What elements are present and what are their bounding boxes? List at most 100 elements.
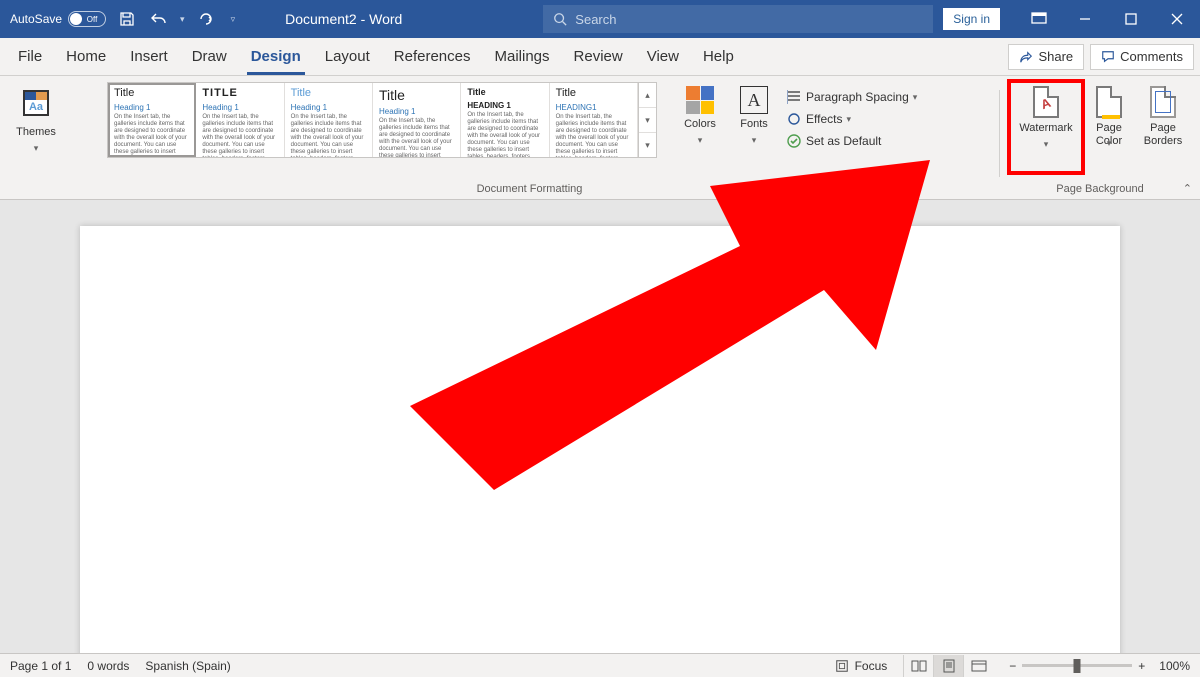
group-label-formatting: Document Formatting [477, 183, 583, 199]
page-color-button[interactable]: Page Color ▾ [1084, 82, 1134, 158]
set-default-button[interactable]: Set as Default [782, 130, 952, 152]
colors-icon [686, 86, 714, 114]
effects-label: Effects [806, 112, 842, 126]
focus-icon [835, 659, 849, 673]
style-gallery[interactable]: TitleHeading 1On the Insert tab, the gal… [107, 82, 657, 158]
close-icon[interactable] [1154, 0, 1200, 38]
autosave-toggle[interactable]: AutoSave Off [10, 11, 106, 27]
sign-in-button[interactable]: Sign in [943, 8, 1000, 30]
page-borders-button[interactable]: Page Borders [1136, 82, 1190, 158]
fonts-button[interactable]: A Fonts ▾ [728, 82, 780, 158]
group-label-background: Page Background [1056, 183, 1143, 199]
tab-review[interactable]: Review [562, 38, 635, 75]
style-item-2[interactable]: TITLEHeading 1On the Insert tab, the gal… [196, 83, 284, 157]
zoom-controls: − + 100% [1009, 659, 1190, 673]
zoom-slider[interactable] [1022, 664, 1132, 667]
gallery-scroll: ▴ ▾ ▾ [638, 83, 656, 157]
title-right-controls: Sign in [943, 0, 1200, 38]
themes-label: Themes [16, 126, 56, 139]
collapse-ribbon-button[interactable]: ⌃ [1183, 182, 1192, 195]
paragraph-spacing-button[interactable]: Paragraph Spacing ▾ [782, 86, 952, 108]
document-canvas[interactable] [0, 200, 1200, 653]
chevron-down-icon: ▾ [1107, 138, 1112, 149]
share-button[interactable]: Share [1008, 44, 1084, 70]
comments-button[interactable]: Comments [1090, 44, 1194, 70]
view-mode-buttons [903, 655, 993, 677]
style-item-6[interactable]: TitleHEADING1On the Insert tab, the gall… [550, 83, 638, 157]
print-layout-button[interactable] [933, 655, 963, 677]
tab-file[interactable]: File [6, 38, 54, 75]
tab-references[interactable]: References [382, 38, 483, 75]
document-page[interactable] [80, 226, 1120, 653]
share-label: Share [1038, 49, 1073, 64]
set-default-label: Set as Default [806, 134, 881, 148]
status-words[interactable]: 0 words [87, 659, 129, 673]
watermark-icon [1033, 86, 1059, 118]
colors-label: Colors [684, 118, 716, 131]
tab-draw[interactable]: Draw [180, 38, 239, 75]
style-item-1[interactable]: TitleHeading 1On the Insert tab, the gal… [108, 83, 196, 157]
document-title: Document2 - Word [245, 11, 543, 27]
tab-help[interactable]: Help [691, 38, 746, 75]
tab-design[interactable]: Design [239, 38, 313, 75]
zoom-level[interactable]: 100% [1159, 659, 1190, 673]
effects-icon [786, 111, 802, 127]
focus-label: Focus [855, 659, 888, 673]
ribbon-display-options-icon[interactable] [1016, 0, 1062, 38]
watermark-button[interactable]: Watermark ▾ [1010, 82, 1082, 172]
gallery-up-button[interactable]: ▴ [639, 83, 656, 108]
fonts-icon: A [740, 86, 768, 114]
chevron-down-icon: ▾ [34, 143, 39, 154]
themes-button[interactable]: Aa Themes ▾ [10, 82, 62, 158]
title-bar: AutoSave Off ▾ ▿ Document2 - Word Search… [0, 0, 1200, 38]
autosave-label: AutoSave [10, 12, 62, 26]
zoom-out-button[interactable]: − [1009, 659, 1016, 673]
tab-layout[interactable]: Layout [313, 38, 382, 75]
status-page[interactable]: Page 1 of 1 [10, 659, 71, 673]
tab-home[interactable]: Home [54, 38, 118, 75]
group-document-formatting: TitleHeading 1On the Insert tab, the gal… [66, 82, 993, 199]
tab-mailings[interactable]: Mailings [483, 38, 562, 75]
style-item-3[interactable]: TitleHeading 1On the Insert tab, the gal… [285, 83, 373, 157]
maximize-icon[interactable] [1108, 0, 1154, 38]
search-placeholder: Search [575, 12, 616, 27]
watermark-label: Watermark [1019, 122, 1072, 135]
autosave-switch-icon: Off [68, 11, 106, 27]
gallery-more-button[interactable]: ▾ [639, 133, 656, 157]
quick-access-toolbar: AutoSave Off ▾ ▿ [0, 8, 245, 30]
tab-insert[interactable]: Insert [118, 38, 180, 75]
gallery-down-button[interactable]: ▾ [639, 108, 656, 133]
page-borders-label: Page Borders [1136, 122, 1190, 148]
fonts-label: Fonts [740, 118, 768, 131]
chevron-down-icon: ▾ [1044, 139, 1049, 150]
search-box[interactable]: Search [543, 5, 933, 33]
paragraph-spacing-label: Paragraph Spacing [806, 90, 909, 104]
share-icon [1019, 50, 1033, 64]
redo-icon[interactable] [195, 8, 217, 30]
read-mode-button[interactable] [903, 655, 933, 677]
style-item-5[interactable]: TitleHEADING 1On the Insert tab, the gal… [461, 83, 549, 157]
chevron-down-icon: ▾ [846, 114, 851, 125]
focus-mode-button[interactable]: Focus [835, 659, 888, 673]
group-themes: Aa Themes ▾ [6, 82, 66, 199]
page-color-icon [1096, 86, 1122, 118]
web-layout-button[interactable] [963, 655, 993, 677]
chevron-down-icon: ▾ [913, 92, 918, 103]
ribbon: Aa Themes ▾ TitleHeading 1On the Insert … [0, 76, 1200, 200]
page-borders-icon [1150, 86, 1176, 118]
style-item-4[interactable]: TitleHeading 1On the Insert tab, the gal… [373, 83, 461, 157]
colors-button[interactable]: Colors ▾ [674, 82, 726, 158]
status-language[interactable]: Spanish (Spain) [145, 659, 230, 673]
checkmark-icon [786, 133, 802, 149]
effects-button[interactable]: Effects ▾ [782, 108, 952, 130]
comments-label: Comments [1120, 49, 1183, 64]
chevron-down-icon: ▾ [752, 135, 757, 146]
themes-icon: Aa [19, 86, 53, 122]
minimize-icon[interactable] [1062, 0, 1108, 38]
save-icon[interactable] [116, 8, 138, 30]
chevron-down-icon: ▾ [698, 135, 703, 146]
undo-icon[interactable] [148, 8, 170, 30]
zoom-in-button[interactable]: + [1138, 659, 1145, 673]
status-bar: Page 1 of 1 0 words Spanish (Spain) Focu… [0, 653, 1200, 677]
tab-view[interactable]: View [635, 38, 691, 75]
